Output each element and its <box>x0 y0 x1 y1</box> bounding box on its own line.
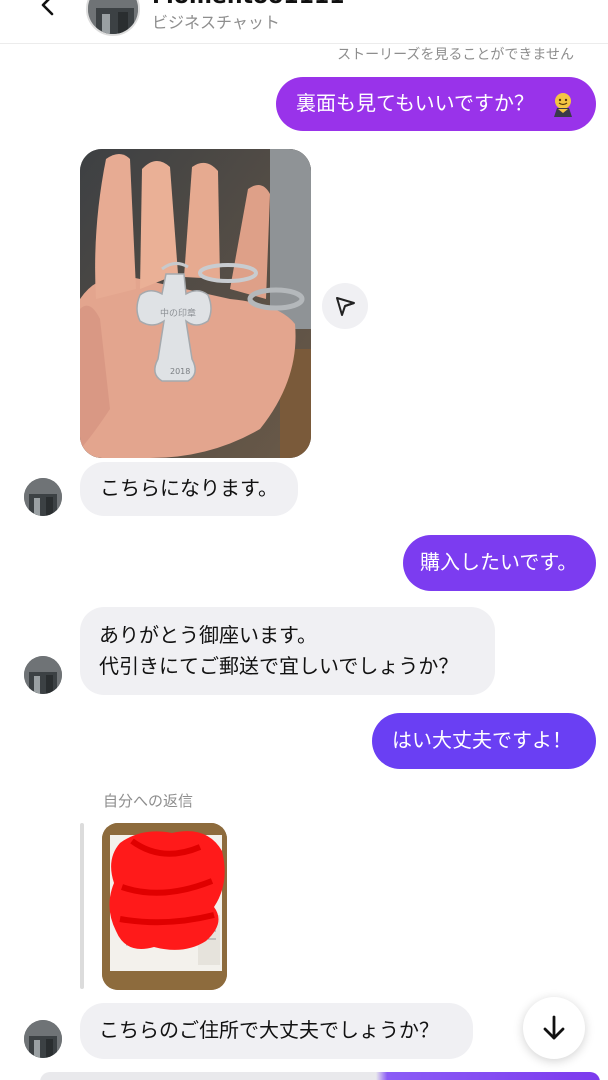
sender-avatar[interactable] <box>24 1020 62 1058</box>
sender-avatar[interactable] <box>24 656 62 694</box>
svg-text:中の印章: 中の印章 <box>160 307 196 319</box>
incoming-message-bubble[interactable]: ありがとう御座います。 代引きにてご郵送で宜しいでしょうか？ <box>80 607 495 695</box>
sender-avatar[interactable] <box>24 478 62 516</box>
incoming-message-bubble[interactable]: こちらのご住所で大丈夫でしょうか？ <box>80 1003 473 1059</box>
outgoing-message-bubble[interactable]: はい大丈夫ですよ！ <box>372 713 596 769</box>
outgoing-message-bubble[interactable]: 裏面も見てもいいですか？ <box>276 77 596 131</box>
engraved-year: 2018 <box>170 367 190 376</box>
smiling-face-icon <box>554 93 572 117</box>
arrow-down-icon <box>543 1015 565 1040</box>
replied-photo-thumbnail[interactable] <box>102 823 227 990</box>
business-chat-label: ビジネスチャット <box>152 13 280 32</box>
message-text-line: ありがとう御座います。 <box>99 623 317 647</box>
message-text: 購入したいです。 <box>420 550 578 574</box>
message-text: こちらになります。 <box>100 476 278 500</box>
incoming-message-bubble[interactable]: こちらになります。 <box>80 462 298 516</box>
chevron-left-icon[interactable] <box>34 0 64 22</box>
message-composer-edge <box>40 1072 600 1080</box>
message-text: はい大丈夫ですよ！ <box>392 728 572 752</box>
message-text: 裏面も見てもいいですか？ <box>296 91 534 115</box>
scroll-to-bottom-button[interactable] <box>523 997 585 1059</box>
contact-name[interactable]: Momentoo1111 <box>152 0 345 9</box>
chat-header: Momentoo1111 ビジネスチャット <box>0 0 608 44</box>
share-button[interactable] <box>322 283 368 329</box>
send-icon <box>336 297 355 316</box>
message-text: こちらのご住所で大丈夫でしょうか？ <box>99 1018 439 1042</box>
photo-message[interactable]: 中の印章 2018 <box>80 149 311 458</box>
stories-unavailable-notice: ストーリーズを見ることができません <box>337 47 574 63</box>
reply-indicator-bar <box>80 823 84 989</box>
reply-label: 自分への返信 <box>103 792 194 810</box>
message-text-line: 代引きにてご郵送で宜しいでしょうか？ <box>99 654 459 678</box>
header-avatar[interactable] <box>86 0 140 36</box>
outgoing-message-bubble[interactable]: 購入したいです。 <box>403 535 596 591</box>
